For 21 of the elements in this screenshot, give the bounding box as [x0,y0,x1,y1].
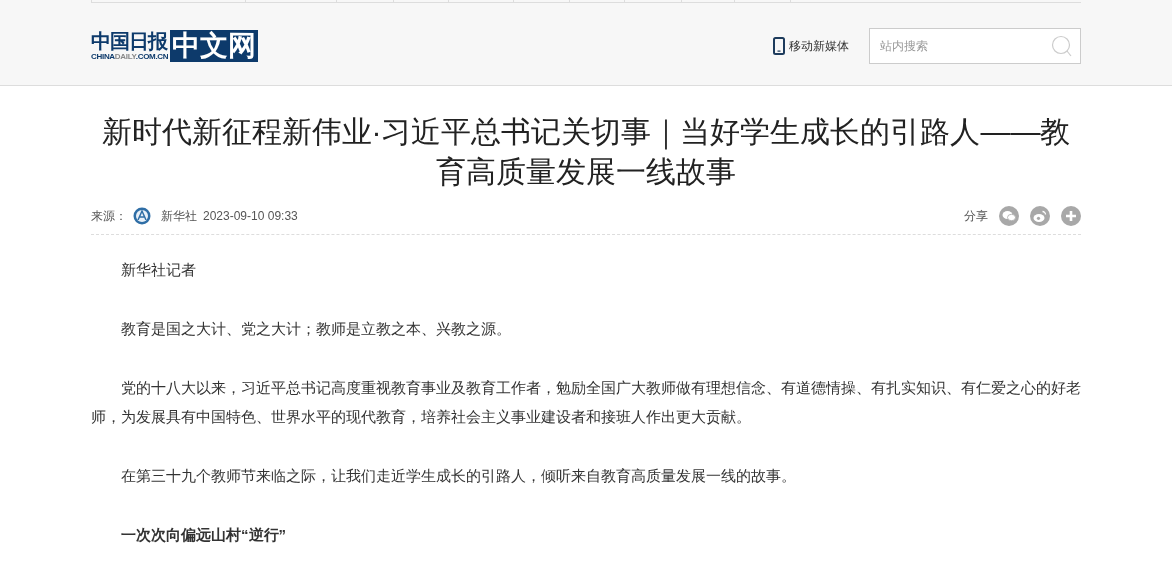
logo-brand-text[interactable]: 中国日报 [91,30,167,52]
logo-domain-text[interactable]: CHINADAILY.COM.CN [91,52,169,62]
paragraph: 在第三十九个教师节来临之际，让我们走近学生成长的引路人，倾听来自教育高质量发展一线的故事。 [120,466,797,486]
article-title: 新时代新征程新伟业·习近平总书记关切事｜当好学生成长的引路人——教育高质量发展一线故事 [100,114,1072,190]
share-label: 分享 [964,207,988,225]
search-icon[interactable] [1051,35,1073,57]
search-field[interactable]: 站内搜索 [869,28,1081,64]
mobile-media-link[interactable]: 移动新媒体 [789,37,849,55]
paragraph: 教育是国之大计、党之大计；教师是立教之本、兴教之源。 [120,319,512,339]
publish-date: 2023-09-10 09:33 [203,209,298,223]
source-label: 来源： [91,207,127,225]
phone-icon[interactable] [773,37,785,55]
xinhua-logo-icon [133,207,151,225]
logo-badge[interactable]: 中文网 [170,30,259,62]
paragraph: 新华社记者 [120,260,197,280]
paragraph: 党的十八大以来，习近平总书记高度重视教育事业及教育工作者，勉励全国广大教师做有理想信念、有道德情操、有扎实知识、有仁爱之心的好老师，为发展具有中国特色、世界水平的现代教育，培养社会主义事业建设者和接班人作出更大贡献。 [91,378,1081,427]
weibo-share-icon[interactable] [1030,206,1050,226]
source-name: 新华社 [161,207,197,225]
plus-share-icon[interactable] [1061,206,1081,226]
wechat-share-icon[interactable] [999,206,1019,226]
section-heading: 一次次向偏远山村“逆行” [120,525,287,545]
